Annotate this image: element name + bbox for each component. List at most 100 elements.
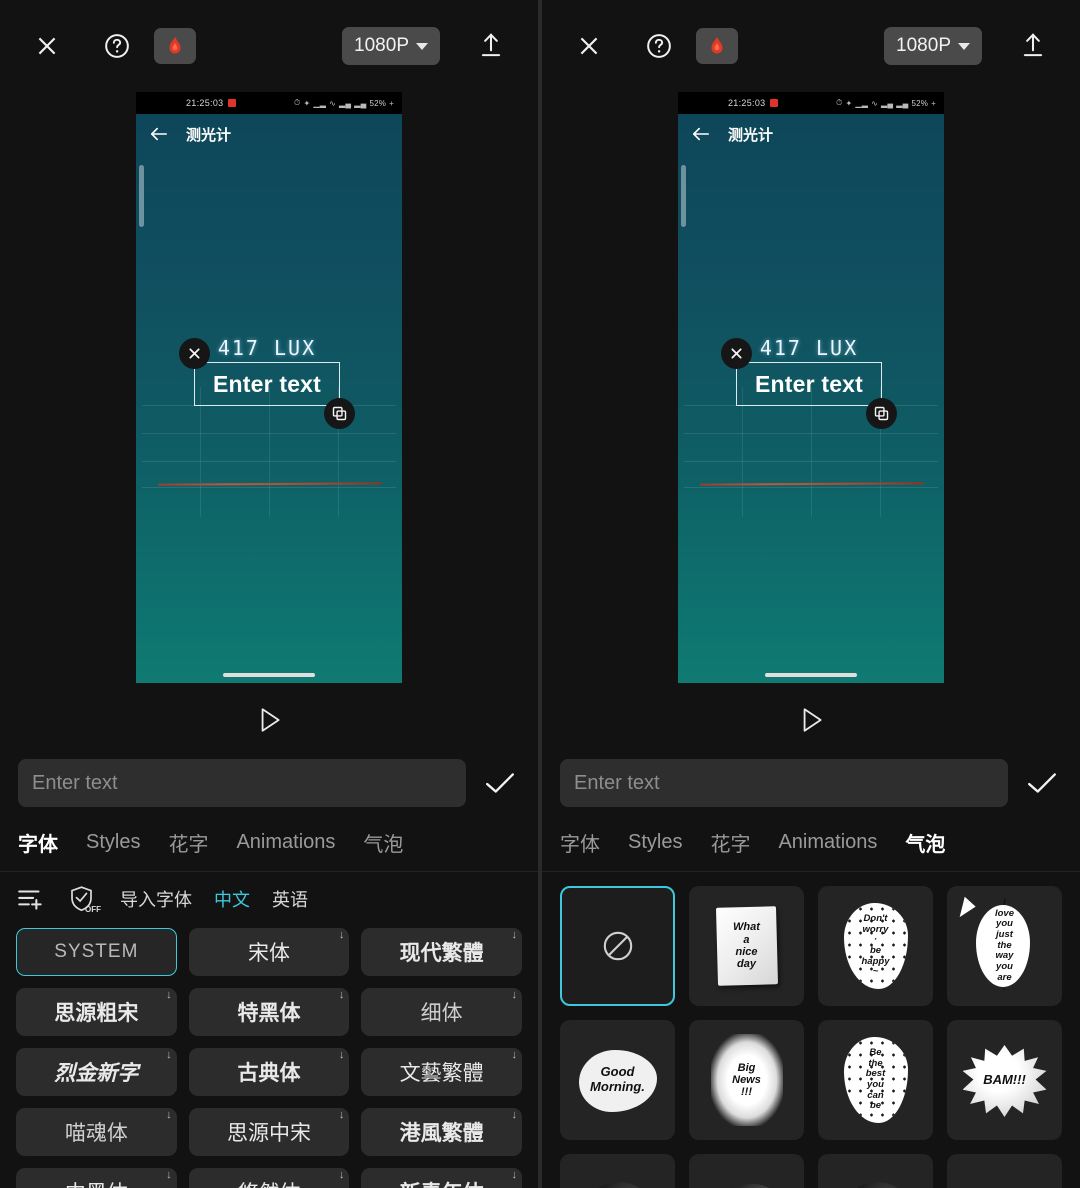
tab-bubbles[interactable]: 气泡 — [905, 828, 945, 857]
bubble-cell[interactable]: What a nice day — [689, 886, 804, 1006]
close-icon[interactable] — [24, 23, 70, 69]
text-selection-box[interactable]: Enter text — [179, 338, 355, 429]
bubble-cell[interactable]: Good Morning. — [560, 1020, 675, 1140]
lang-chinese-filter[interactable]: 中文 — [214, 886, 250, 912]
text-input-placeholder: Enter text — [32, 771, 118, 794]
font-name-label: 思源中宋 — [226, 1121, 311, 1145]
back-arrow-icon[interactable] — [692, 126, 710, 142]
download-font-icon[interactable]: ↓ — [512, 930, 518, 941]
download-font-icon[interactable]: ↓ — [166, 1110, 172, 1121]
bubble-cell[interactable]: It's — [818, 1154, 933, 1188]
lang-english-filter[interactable]: 英语 — [272, 886, 308, 912]
video-preview[interactable]: 21:25:03 ⏱ ✦ ▁▂ ∿ ▂▄ ▂▄ 52% + 测光计 417 LU… — [136, 92, 402, 683]
import-font-button[interactable]: 导入字体 — [120, 886, 192, 912]
download-font-icon[interactable]: ↓ — [512, 1110, 518, 1121]
download-font-icon[interactable]: ↓ — [339, 930, 345, 941]
font-cell[interactable]: ↓ 文藝繁體 — [361, 1048, 522, 1096]
tab-fancy-text[interactable]: 花字 — [710, 828, 750, 857]
font-cell[interactable]: ↓ 喵魂体 — [16, 1108, 177, 1156]
download-font-icon[interactable]: ↓ — [339, 1050, 345, 1061]
left-panel: 1080P 21:25:03 ⏱ ✦ ▁▂ ∿ ▂▄ ▂▄ 52% + 测光计 … — [0, 0, 540, 1188]
list-add-icon[interactable] — [16, 886, 46, 912]
download-font-icon[interactable]: ↓ — [512, 990, 518, 1001]
bubble-cell[interactable]: Be the best you can be — [818, 1020, 933, 1140]
download-font-icon[interactable]: ↓ — [166, 990, 172, 1001]
download-font-icon[interactable]: ↓ — [166, 1050, 172, 1061]
tab-styles[interactable]: Styles — [86, 831, 140, 854]
download-font-icon[interactable]: ↓ — [512, 1050, 518, 1061]
font-cell[interactable]: ↓ 新青年体 — [361, 1168, 522, 1188]
download-font-icon[interactable]: ↓ — [339, 990, 345, 1001]
preview-scroll-indicator[interactable] — [681, 165, 686, 227]
font-cell[interactable]: ↓ 思源粗宋 — [16, 988, 177, 1036]
bubble-cell[interactable]: Big News !!! — [689, 1020, 804, 1140]
close-icon[interactable] — [566, 23, 612, 69]
tab-fonts[interactable]: 字体 — [18, 828, 58, 857]
font-cell[interactable]: ↓ 现代繁體 — [361, 928, 522, 976]
bubble-label: Big News !!! — [732, 1061, 761, 1099]
font-cell[interactable]: SYSTEM — [16, 928, 177, 976]
text-selection-box[interactable]: Enter text — [721, 338, 897, 429]
bubble-cell[interactable] — [560, 886, 675, 1006]
confirm-text-button[interactable] — [480, 770, 520, 796]
tab-styles[interactable]: Styles — [628, 831, 682, 854]
font-cell[interactable]: ↓ 港風繁體 — [361, 1108, 522, 1156]
download-font-icon[interactable]: ↓ — [339, 1170, 345, 1181]
delete-overlay-handle-icon[interactable] — [179, 338, 210, 369]
font-name-label: 中黑体 — [65, 1177, 128, 1188]
shield-check-icon[interactable]: OFF — [68, 884, 101, 914]
tab-animations[interactable]: Animations — [236, 831, 335, 854]
bubble-cell[interactable] — [689, 1154, 804, 1188]
font-cell[interactable]: ↓ 悠然体 — [188, 1168, 350, 1188]
font-name-label: 港風繁體 — [399, 1122, 484, 1145]
font-cell[interactable]: ↓ 古典体 — [188, 1048, 350, 1096]
bubble-cell[interactable]: BAM!!! — [947, 1020, 1062, 1140]
resolution-selector[interactable]: 1080P — [884, 27, 982, 65]
bubble-cell[interactable]: I love you just the way you are . — [947, 886, 1062, 1006]
delete-overlay-handle-icon[interactable] — [721, 338, 752, 369]
flame-icon[interactable] — [154, 28, 196, 64]
resize-copy-handle-icon[interactable] — [866, 398, 897, 429]
play-triangle-icon[interactable] — [796, 705, 826, 735]
font-cell[interactable]: ↓ 细体 — [361, 988, 522, 1036]
text-overlay[interactable]: 417 LUX Enter text — [179, 338, 355, 429]
font-name-label: 思源粗宋 — [54, 1000, 139, 1025]
text-overlay[interactable]: 417 LUX Enter text — [721, 338, 897, 429]
confirm-text-button[interactable] — [1022, 770, 1062, 796]
text-input-row: Enter text — [0, 748, 538, 818]
font-cell[interactable]: ↓ 中黑体 — [16, 1168, 177, 1188]
help-circle-icon[interactable] — [636, 23, 682, 69]
grid-line — [269, 387, 270, 517]
flame-icon[interactable] — [696, 28, 738, 64]
tab-animations[interactable]: Animations — [778, 831, 877, 854]
back-arrow-icon[interactable] — [150, 126, 168, 142]
bubble-cell[interactable] — [947, 1154, 1062, 1188]
resize-copy-handle-icon[interactable] — [324, 398, 355, 429]
preview-scroll-indicator[interactable] — [139, 165, 144, 227]
bubble-shape — [959, 896, 977, 921]
download-font-icon[interactable]: ↓ — [166, 1170, 172, 1181]
resolution-selector[interactable]: 1080P — [342, 27, 440, 65]
tab-bubbles[interactable]: 气泡 — [363, 828, 403, 857]
bubble-cell[interactable]: Old — [560, 1154, 675, 1188]
play-triangle-icon[interactable] — [254, 705, 284, 735]
font-grid: SYSTEM ↓ 宋体 ↓ 现代繁體 ↓ 思源粗宋 ↓ 特黑体 ↓ 细体 ↓ 烈金新字 ↓ 古典体 ↓ 文藝繁體… — [0, 924, 538, 1188]
video-preview[interactable]: 21:25:03 ⏱ ✦ ▁▂ ∿ ▂▄ ▂▄ 52% + 测光计 417 LU… — [678, 92, 944, 683]
font-cell[interactable]: ↓ 烈金新字 — [16, 1048, 177, 1096]
grid-line — [199, 387, 201, 517]
download-font-icon[interactable]: ↓ — [512, 1170, 518, 1181]
bubble-art: BAM!!! — [962, 1032, 1048, 1128]
font-cell[interactable]: ↓ 特黑体 — [188, 988, 350, 1036]
tab-fonts[interactable]: 字体 — [560, 828, 600, 857]
export-upload-icon[interactable] — [468, 23, 514, 69]
export-upload-icon[interactable] — [1010, 23, 1056, 69]
font-cell[interactable]: ↓ 思源中宋 — [188, 1108, 350, 1156]
font-cell[interactable]: ↓ 宋体 — [188, 928, 350, 976]
tab-fancy-text[interactable]: 花字 — [168, 828, 208, 857]
search-input[interactable]: Enter text — [18, 759, 466, 807]
grid-line — [811, 387, 812, 517]
help-circle-icon[interactable] — [94, 23, 140, 69]
download-font-icon[interactable]: ↓ — [339, 1110, 345, 1121]
search-input[interactable]: Enter text — [560, 759, 1008, 807]
bubble-cell[interactable]: Don't worry · be happy ~ — [818, 886, 933, 1006]
